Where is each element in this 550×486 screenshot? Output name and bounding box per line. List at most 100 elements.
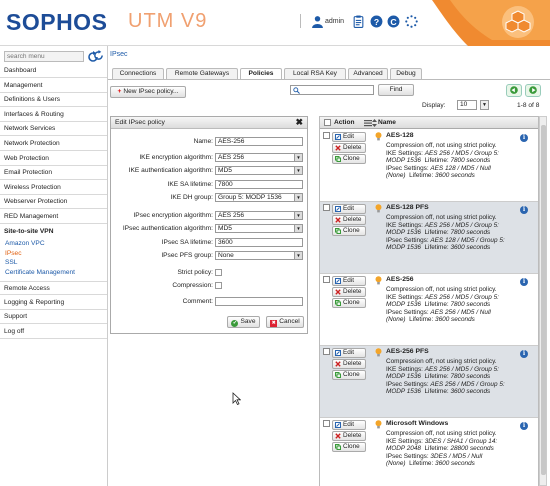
sort-arrows-icon[interactable] (372, 119, 377, 127)
clone-button[interactable]: Clone (332, 370, 366, 380)
delete-button[interactable]: Delete (332, 431, 366, 441)
chevron-down-icon: ▼ (294, 225, 302, 232)
tab-local-rsa-key[interactable]: Local RSA Key (284, 68, 346, 79)
info-icon[interactable]: i (520, 206, 528, 214)
tab-advanced[interactable]: Advanced (348, 68, 388, 79)
chevron-down-icon: ▼ (294, 252, 302, 259)
policy-description: Compression off, not using strict policy… (386, 214, 512, 252)
info-icon[interactable]: i (520, 134, 528, 142)
ike-dh-group-value: Group 5: MODP 1536 (218, 194, 282, 201)
sidebar-item-red-management[interactable]: RED Management (0, 210, 107, 224)
user-icon[interactable] (311, 15, 324, 28)
reload-icon[interactable] (93, 50, 104, 61)
strict-policy-checkbox[interactable] (215, 269, 222, 276)
sidebar-item-remote-access[interactable]: Remote Access (0, 281, 107, 296)
ike-dh-group-select[interactable]: Group 5: MODP 1536 ▼ (215, 193, 303, 202)
find-input[interactable] (290, 85, 374, 95)
search-menu-input[interactable] (4, 51, 84, 62)
policy-name: Microsoft Windows (386, 420, 449, 427)
sidebar-item-site-to-site-vpn[interactable]: Site-to-site VPN (0, 224, 107, 239)
ike-auth-select[interactable]: MD5 ▼ (215, 166, 303, 175)
info-icon[interactable]: i (520, 278, 528, 286)
action-column-header: Action (334, 119, 355, 126)
sidebar-item-network-protection[interactable]: Network Protection (0, 137, 107, 151)
scrollbar-thumb[interactable] (541, 125, 546, 475)
ipsec-pfs-group-label: IPsec PFS group: (161, 252, 213, 259)
name-field[interactable]: AES-256 (215, 137, 303, 146)
edit-button[interactable]: Edit (332, 348, 366, 358)
clipboard-icon[interactable] (352, 15, 365, 28)
lightbulb-icon (375, 276, 382, 285)
sidebar-item-logging-reporting[interactable]: Logging & Reporting (0, 295, 107, 310)
delete-button[interactable]: Delete (332, 287, 366, 297)
delete-x-icon (335, 289, 341, 295)
delete-button[interactable]: Delete (332, 359, 366, 369)
compression-checkbox[interactable] (215, 282, 222, 289)
edit-button[interactable]: Edit (332, 204, 366, 214)
display-count-select[interactable]: 10 (457, 100, 477, 110)
sidebar-item-support[interactable]: Support (0, 310, 107, 325)
admin-user-label[interactable]: admin (325, 18, 344, 25)
sort-menu-icon[interactable] (364, 119, 372, 127)
row-checkbox[interactable] (323, 348, 330, 355)
row-checkbox[interactable] (323, 420, 330, 427)
sidebar-item-management[interactable]: Management (0, 78, 107, 93)
previous-page-button[interactable] (506, 84, 522, 97)
edit-button[interactable]: Edit (332, 420, 366, 430)
sidebar-subitem-amazon-vpc[interactable]: Amazon VPC (5, 240, 45, 247)
close-icon[interactable]: ✖ (295, 118, 303, 127)
ike-sa-lifetime-field[interactable]: 7800 (215, 180, 303, 189)
row-checkbox[interactable] (323, 204, 330, 211)
find-button[interactable]: Find (378, 84, 414, 96)
delete-button[interactable]: Delete (332, 215, 366, 225)
ike-encryption-value: AES 256 (218, 154, 245, 161)
save-button[interactable]: ✔ Save (227, 316, 260, 328)
list-scrollbar[interactable] (539, 116, 547, 486)
select-all-checkbox[interactable] (324, 119, 331, 126)
cancel-button[interactable]: ✖ Cancel (266, 316, 304, 328)
next-page-button[interactable] (525, 84, 541, 97)
info-icon[interactable]: i (520, 422, 528, 430)
sidebar-item-dashboard[interactable]: Dashboard (0, 64, 107, 78)
tab-policies[interactable]: Policies (240, 68, 282, 79)
sidebar-subitem-ssl[interactable]: SSL (5, 259, 17, 266)
tab-connections[interactable]: Connections (112, 68, 164, 79)
sidebar-item-interfaces-routing[interactable]: Interfaces & Routing (0, 107, 107, 122)
clone-button[interactable]: Clone (332, 298, 366, 308)
ipsec-sa-lifetime-field[interactable]: 3600 (215, 238, 303, 247)
sidebar-subitem-ipsec[interactable]: IPsec (5, 250, 22, 257)
ipsec-auth-select[interactable]: MD5 ▼ (215, 224, 303, 233)
sidebar-subitem-certificate-management[interactable]: Certificate Management (5, 269, 75, 276)
sidebar-item-email-protection[interactable]: Email Protection (0, 166, 107, 181)
clone-button[interactable]: Clone (332, 226, 366, 236)
edit-button[interactable]: Edit (332, 276, 366, 286)
sidebar-item-webserver-protection[interactable]: Webserver Protection (0, 195, 107, 210)
sidebar-item-definitions-users[interactable]: Definitions & Users (0, 93, 107, 108)
ipsec-pfs-group-select[interactable]: None ▼ (215, 251, 303, 260)
tab-remote-gateways[interactable]: Remote Gateways (166, 68, 238, 79)
sidebar-item-log-off[interactable]: Log off (0, 325, 107, 339)
app-header: SOPHOS UTM V9 admin ? C (0, 0, 550, 46)
clone-label: Clone (343, 299, 360, 306)
sidebar-item-network-services[interactable]: Network Services (0, 122, 107, 137)
ipsec-lifetime-value: 3600 seconds (435, 316, 475, 324)
row-checkbox[interactable] (323, 276, 330, 283)
ike-encryption-select[interactable]: AES 256 ▼ (215, 153, 303, 162)
row-checkbox[interactable] (323, 132, 330, 139)
help-icon[interactable]: ? (370, 15, 383, 28)
comment-field[interactable] (215, 297, 303, 306)
chevron-down-icon[interactable]: ▼ (480, 100, 489, 110)
info-icon[interactable]: i (520, 350, 528, 358)
policy-summary: Compression off, not using strict policy… (386, 214, 497, 221)
clone-button[interactable]: Clone (332, 154, 366, 164)
new-ipsec-policy-button[interactable]: + New IPsec policy... (110, 86, 186, 98)
ipsec-encryption-select[interactable]: AES 256 ▼ (215, 211, 303, 220)
edit-button[interactable]: Edit (332, 132, 366, 142)
copyright-icon[interactable]: C (387, 15, 400, 28)
delete-button[interactable]: Delete (332, 143, 366, 153)
clone-button[interactable]: Clone (332, 442, 366, 452)
sidebar-item-wireless-protection[interactable]: Wireless Protection (0, 180, 107, 195)
tab-debug[interactable]: Debug (390, 68, 422, 79)
sidebar-item-web-protection[interactable]: Web Protection (0, 151, 107, 166)
ipsec-lifetime-value: 3600 seconds (435, 172, 475, 180)
